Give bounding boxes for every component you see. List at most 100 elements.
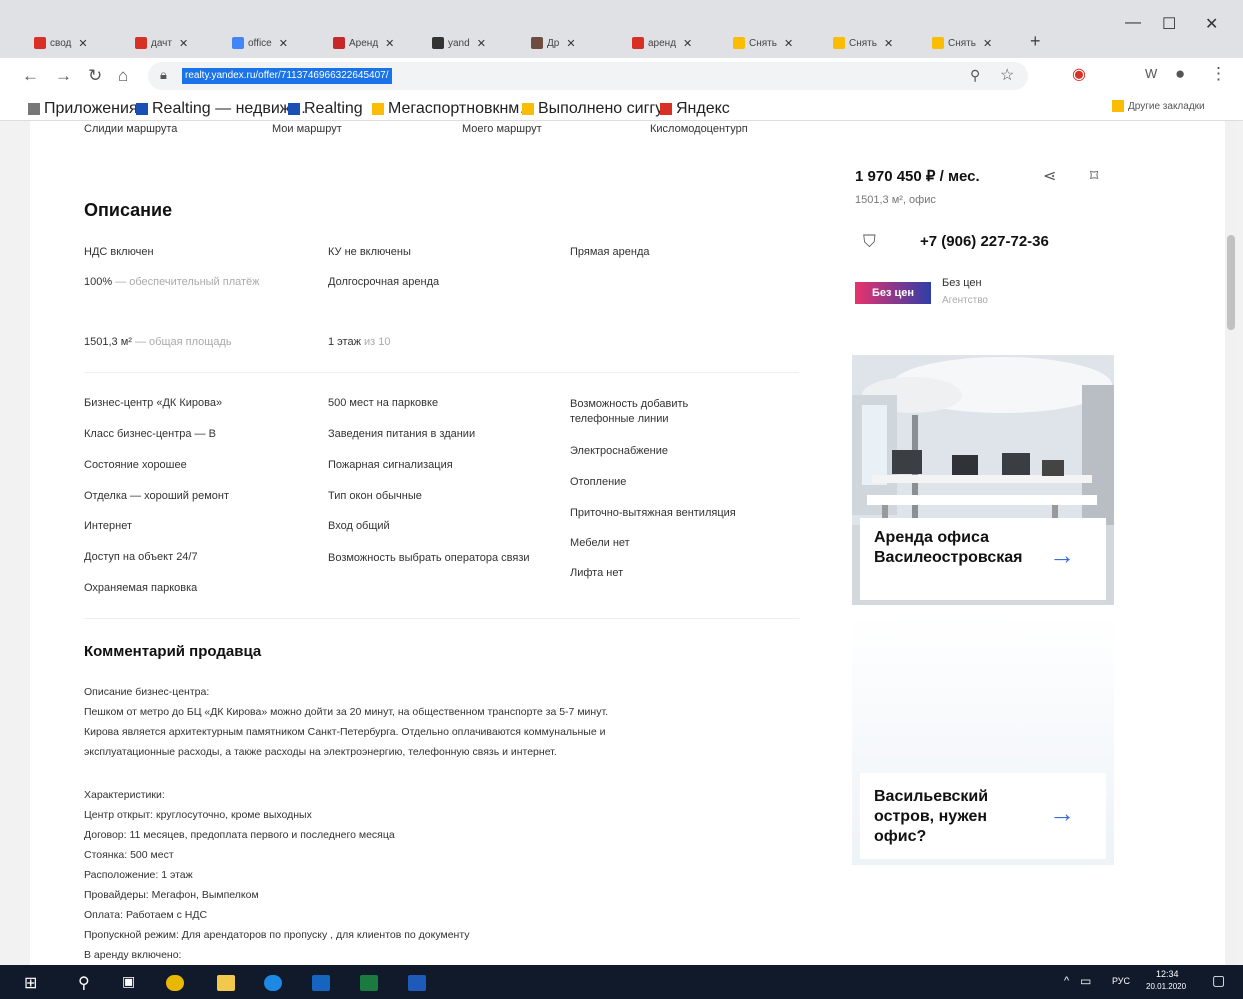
chrome-icon[interactable] bbox=[166, 975, 184, 991]
comment-line: Расположение: 1 этаж bbox=[84, 869, 193, 881]
close-tab-icon[interactable]: ✕ bbox=[566, 37, 575, 50]
ad-office-photo[interactable]: Аренда офиса Василеостровская → bbox=[852, 355, 1114, 605]
feature-item: Электроснабжение bbox=[570, 445, 668, 457]
browser-tab[interactable]: Др ✕ bbox=[531, 30, 576, 56]
browser-tab[interactable]: дачт ✕ bbox=[135, 30, 188, 56]
extension-w-icon[interactable]: W bbox=[1145, 66, 1157, 81]
close-tab-icon[interactable]: ✕ bbox=[983, 37, 992, 50]
browser-tab[interactable]: yand ✕ bbox=[432, 30, 486, 56]
feature-vat: НДС включен bbox=[84, 246, 154, 258]
agency-logo[interactable]: Без цен bbox=[855, 282, 931, 304]
bookmark-item[interactable]: Яндекс bbox=[660, 100, 730, 118]
forward-icon[interactable]: → bbox=[55, 66, 72, 86]
taskbar bbox=[0, 965, 1243, 999]
bookmark-label: Яндекс bbox=[676, 100, 730, 117]
price: 1 970 450 ₽ / мес. bbox=[855, 168, 980, 185]
ad-promo[interactable]: Васильевский остров, нужен офис? → bbox=[852, 613, 1114, 865]
word-icon[interactable] bbox=[408, 975, 426, 991]
lock-icon[interactable]: 🔒︎ bbox=[160, 67, 167, 83]
home-icon[interactable]: ⌂ bbox=[118, 66, 128, 86]
scrollbar-thumb[interactable] bbox=[1227, 235, 1235, 330]
comment-line: Центр открыт: круглосуточно, кроме выход… bbox=[84, 809, 312, 821]
faint-link[interactable]: Слидии маршрута bbox=[84, 123, 177, 135]
browser-tab[interactable]: Снять ✕ bbox=[733, 30, 793, 56]
tab-favicon-icon bbox=[333, 37, 345, 49]
tab-label: Снять bbox=[948, 37, 976, 49]
browser-tab[interactable]: Аренд ✕ bbox=[333, 30, 394, 56]
reload-icon[interactable]: ↻ bbox=[88, 66, 102, 86]
back-icon[interactable]: ← bbox=[22, 66, 39, 86]
browser-tab[interactable]: Снять ✕ bbox=[833, 30, 893, 56]
menu-icon[interactable]: ⋮ bbox=[1210, 64, 1227, 84]
minimize-icon[interactable]: — bbox=[1125, 14, 1141, 32]
task-view-icon[interactable]: ▣ bbox=[122, 973, 135, 990]
agency-name[interactable]: Без цен bbox=[942, 277, 982, 289]
price-sub: 1501,3 м², офис bbox=[855, 194, 936, 206]
comment-line: эксплуатационные расходы, а также расход… bbox=[84, 746, 557, 758]
feature-term: Долгосрочная аренда bbox=[328, 276, 440, 288]
feature-item: 500 мест на парковке bbox=[328, 397, 439, 409]
outlook-icon[interactable] bbox=[312, 975, 330, 991]
bookmark-label: Realting — недвиж… bbox=[152, 100, 307, 117]
comment-title: Комментарий продавца bbox=[84, 643, 262, 660]
ad-title[interactable]: Васильевский остров, нужен офис? bbox=[874, 787, 1034, 847]
browser-tab[interactable]: Снять ✕ bbox=[932, 30, 992, 56]
windows-start-icon[interactable]: ⊞ bbox=[24, 973, 37, 993]
tab-label: Снять bbox=[749, 37, 777, 49]
bookmark-item[interactable]: Приложения bbox=[28, 100, 138, 118]
arrow-right-icon[interactable]: → bbox=[1049, 798, 1075, 829]
bookmark-item[interactable]: Выполнено сиггуг bbox=[522, 100, 669, 118]
close-tab-icon[interactable]: ✕ bbox=[884, 37, 893, 50]
bookmark-item[interactable]: Realting — недвиж… bbox=[136, 100, 306, 118]
tab-label: аренд bbox=[648, 37, 677, 49]
close-window-icon[interactable]: ✕ bbox=[1205, 14, 1218, 34]
browser-tab[interactable]: office ✕ bbox=[232, 30, 288, 56]
ad-title[interactable]: Аренда офиса Василеостровская bbox=[874, 528, 1034, 568]
feature-deposit: 100% — обеспечительный платёж bbox=[84, 276, 260, 288]
profile-icon[interactable]: ● bbox=[1175, 64, 1185, 84]
close-tab-icon[interactable]: ✕ bbox=[683, 37, 692, 50]
extension-icon[interactable]: ◉ bbox=[1072, 64, 1086, 84]
skype-icon[interactable] bbox=[264, 975, 282, 991]
maximize-icon[interactable]: ☐ bbox=[1162, 14, 1176, 34]
network-icon[interactable]: ▭ bbox=[1080, 974, 1091, 988]
other-bookmarks[interactable]: Другие закладки bbox=[1112, 100, 1205, 112]
close-tab-icon[interactable]: ✕ bbox=[179, 37, 188, 50]
feature-item-disabled: Мебели нет bbox=[570, 537, 630, 549]
clock-date[interactable]: 20.01.2020 bbox=[1146, 982, 1186, 991]
faint-link[interactable]: Моего маршрут bbox=[462, 123, 542, 135]
tab-favicon-icon bbox=[135, 37, 147, 49]
tab-favicon-icon bbox=[932, 37, 944, 49]
feature-item: Пожарная сигнализация bbox=[328, 459, 453, 471]
close-tab-icon[interactable]: ✕ bbox=[279, 37, 288, 50]
excel-icon[interactable] bbox=[360, 975, 378, 991]
share-icon[interactable]: ⋖ bbox=[1043, 166, 1056, 186]
faint-link[interactable]: Кисломодоцентурп bbox=[650, 123, 748, 135]
search-icon[interactable]: ⚲ bbox=[78, 973, 90, 993]
browser-tab[interactable]: свод ✕ bbox=[34, 30, 88, 56]
bookmark-star-icon[interactable]: ☆ bbox=[1000, 65, 1014, 85]
language[interactable]: РУС bbox=[1112, 976, 1130, 986]
browser-tab[interactable]: аренд ✕ bbox=[632, 30, 692, 56]
url-text[interactable]: realty.yandex.ru/offer/71137469663226454… bbox=[182, 68, 392, 84]
close-tab-icon[interactable]: ✕ bbox=[477, 37, 486, 50]
close-tab-icon[interactable]: ✕ bbox=[78, 37, 87, 50]
tray-chevron-icon[interactable]: ^ bbox=[1064, 975, 1069, 987]
arrow-right-icon[interactable]: → bbox=[1049, 540, 1075, 571]
new-tab-button[interactable]: + bbox=[1030, 28, 1041, 54]
bookmark-item[interactable]: Realting bbox=[288, 100, 363, 118]
tab-favicon-icon bbox=[232, 37, 244, 49]
phone-button[interactable]: +7 (906) 227-72-36 bbox=[920, 233, 1049, 250]
comment-line: В аренду включено: bbox=[84, 949, 182, 961]
clock-time[interactable]: 12:34 bbox=[1156, 969, 1179, 979]
notifications-icon[interactable]: ▢ bbox=[1212, 972, 1225, 989]
zoom-icon[interactable]: ⚲ bbox=[970, 67, 980, 84]
bookmark-icon[interactable]: ⌑ bbox=[1090, 166, 1098, 186]
tab-favicon-icon bbox=[833, 37, 845, 49]
close-tab-icon[interactable]: ✕ bbox=[784, 37, 793, 50]
bookmark-item[interactable]: Мегаспортновкнм… bbox=[372, 100, 535, 118]
faint-link[interactable]: Мои маршрут bbox=[272, 123, 342, 135]
close-tab-icon[interactable]: ✕ bbox=[385, 37, 394, 50]
agency-role: Агентство bbox=[942, 295, 988, 306]
explorer-icon[interactable] bbox=[217, 975, 235, 991]
